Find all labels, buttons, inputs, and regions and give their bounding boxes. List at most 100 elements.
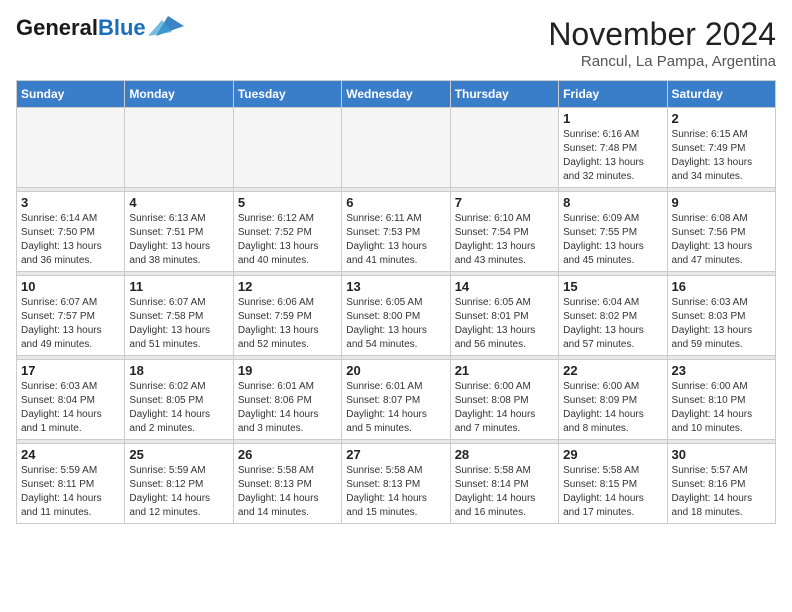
day-cell: 28Sunrise: 5:58 AM Sunset: 8:14 PM Dayli…: [450, 444, 558, 524]
day-info: Sunrise: 6:13 AM Sunset: 7:51 PM Dayligh…: [129, 212, 228, 268]
day-info: Sunrise: 6:00 AM Sunset: 8:09 PM Dayligh…: [563, 380, 662, 436]
day-cell: 27 Sunrise: 5:58 AM Sunset: 8:13 PM Dayli…: [342, 444, 450, 524]
day-info: Sunrise: 6:09 AM Sunset: 7:55 PM Dayligh…: [563, 212, 662, 268]
header: GeneralBlue November 2024 Rancul, La Pam…: [16, 16, 776, 70]
day-info: Sunrise: 6:03 AM Sunset: 8:03 PM Dayligh…: [672, 296, 771, 352]
day-number: 6: [346, 195, 445, 210]
day-number: 26: [238, 447, 337, 462]
month-title: November 2024: [548, 16, 776, 53]
week-row-4: 17Sunrise: 6:03 AM Sunset: 8:04 PM Dayli…: [17, 360, 776, 440]
day-header-sunday: Sunday: [17, 81, 125, 108]
day-cell: 1Sunrise: 6:16 AM Sunset: 7:48 PM Daylig…: [559, 108, 667, 188]
day-header-saturday: Saturday: [667, 81, 775, 108]
calendar: SundayMondayTuesdayWednesdayThursdayFrid…: [16, 80, 776, 524]
day-cell: [233, 108, 341, 188]
day-number: 27: [346, 447, 445, 462]
day-info: Sunrise: 6:01 AM Sunset: 8:07 PM Dayligh…: [346, 380, 445, 436]
day-number: 15: [563, 279, 662, 294]
day-cell: 8 Sunrise: 6:09 AM Sunset: 7:55 PM Daylig…: [559, 192, 667, 272]
day-cell: 21 Sunrise: 6:00 AM Sunset: 8:08 PM Dayli…: [450, 360, 558, 440]
day-cell: [17, 108, 125, 188]
day-info: Sunrise: 6:02 AM Sunset: 8:05 PM Dayligh…: [129, 380, 228, 436]
day-info: Sunrise: 5:59 AM Sunset: 8:12 PM Dayligh…: [129, 464, 228, 520]
day-number: 24: [21, 447, 120, 462]
day-number: 4: [129, 195, 228, 210]
day-number: 18: [129, 363, 228, 378]
logo: GeneralBlue: [16, 16, 184, 40]
day-number: 9: [672, 195, 771, 210]
day-number: 2: [672, 111, 771, 126]
day-header-wednesday: Wednesday: [342, 81, 450, 108]
week-row-2: 3 Sunrise: 6:14 AM Sunset: 7:50 PM Daylig…: [17, 192, 776, 272]
day-cell: 4 Sunrise: 6:13 AM Sunset: 7:51 PM Daylig…: [125, 192, 233, 272]
day-cell: 24 Sunrise: 5:59 AM Sunset: 8:11 PM Dayli…: [17, 444, 125, 524]
day-number: 8: [563, 195, 662, 210]
week-row-3: 10Sunrise: 6:07 AM Sunset: 7:57 PM Dayli…: [17, 276, 776, 356]
day-info: Sunrise: 6:07 AM Sunset: 7:58 PM Dayligh…: [129, 296, 228, 352]
day-info: Sunrise: 6:00 AM Sunset: 8:08 PM Dayligh…: [455, 380, 554, 436]
logo-general: General: [16, 15, 98, 40]
day-cell: 13 Sunrise: 6:05 AM Sunset: 8:00 PM Dayli…: [342, 276, 450, 356]
day-info: Sunrise: 5:59 AM Sunset: 8:11 PM Dayligh…: [21, 464, 120, 520]
day-number: 5: [238, 195, 337, 210]
day-header-thursday: Thursday: [450, 81, 558, 108]
day-info: Sunrise: 6:00 AM Sunset: 8:10 PM Dayligh…: [672, 380, 771, 436]
day-number: 23: [672, 363, 771, 378]
day-info: Sunrise: 6:15 AM Sunset: 7:49 PM Dayligh…: [672, 128, 771, 184]
day-number: 22: [563, 363, 662, 378]
day-info: Sunrise: 6:10 AM Sunset: 7:54 PM Dayligh…: [455, 212, 554, 268]
day-number: 10: [21, 279, 120, 294]
day-number: 29: [563, 447, 662, 462]
day-info: Sunrise: 6:05 AM Sunset: 8:01 PM Dayligh…: [455, 296, 554, 352]
week-row-5: 24 Sunrise: 5:59 AM Sunset: 8:11 PM Dayli…: [17, 444, 776, 524]
day-info: Sunrise: 6:04 AM Sunset: 8:02 PM Dayligh…: [563, 296, 662, 352]
day-cell: 7 Sunrise: 6:10 AM Sunset: 7:54 PM Daylig…: [450, 192, 558, 272]
day-cell: 11 Sunrise: 6:07 AM Sunset: 7:58 PM Dayli…: [125, 276, 233, 356]
day-number: 20: [346, 363, 445, 378]
day-cell: 9 Sunrise: 6:08 AM Sunset: 7:56 PM Daylig…: [667, 192, 775, 272]
calendar-header-row: SundayMondayTuesdayWednesdayThursdayFrid…: [17, 81, 776, 108]
title-area: November 2024 Rancul, La Pampa, Argentin…: [548, 16, 776, 70]
day-cell: [125, 108, 233, 188]
day-cell: 19Sunrise: 6:01 AM Sunset: 8:06 PM Dayli…: [233, 360, 341, 440]
day-cell: 23 Sunrise: 6:00 AM Sunset: 8:10 PM Dayli…: [667, 360, 775, 440]
day-cell: [450, 108, 558, 188]
day-number: 13: [346, 279, 445, 294]
day-cell: 6Sunrise: 6:11 AM Sunset: 7:53 PM Daylig…: [342, 192, 450, 272]
day-cell: 10Sunrise: 6:07 AM Sunset: 7:57 PM Dayli…: [17, 276, 125, 356]
day-cell: 30Sunrise: 5:57 AM Sunset: 8:16 PM Dayli…: [667, 444, 775, 524]
day-info: Sunrise: 5:57 AM Sunset: 8:16 PM Dayligh…: [672, 464, 771, 520]
day-number: 17: [21, 363, 120, 378]
day-info: Sunrise: 6:06 AM Sunset: 7:59 PM Dayligh…: [238, 296, 337, 352]
day-cell: 18 Sunrise: 6:02 AM Sunset: 8:05 PM Dayli…: [125, 360, 233, 440]
day-header-monday: Monday: [125, 81, 233, 108]
day-info: Sunrise: 6:14 AM Sunset: 7:50 PM Dayligh…: [21, 212, 120, 268]
day-cell: 25Sunrise: 5:59 AM Sunset: 8:12 PM Dayli…: [125, 444, 233, 524]
day-number: 12: [238, 279, 337, 294]
day-cell: 15 Sunrise: 6:04 AM Sunset: 8:02 PM Dayli…: [559, 276, 667, 356]
day-number: 14: [455, 279, 554, 294]
day-cell: 3 Sunrise: 6:14 AM Sunset: 7:50 PM Daylig…: [17, 192, 125, 272]
day-info: Sunrise: 6:08 AM Sunset: 7:56 PM Dayligh…: [672, 212, 771, 268]
location-title: Rancul, La Pampa, Argentina: [548, 53, 776, 70]
day-number: 16: [672, 279, 771, 294]
day-number: 3: [21, 195, 120, 210]
day-cell: 26 Sunrise: 5:58 AM Sunset: 8:13 PM Dayli…: [233, 444, 341, 524]
day-cell: 22 Sunrise: 6:00 AM Sunset: 8:09 PM Dayli…: [559, 360, 667, 440]
day-info: Sunrise: 5:58 AM Sunset: 8:13 PM Dayligh…: [346, 464, 445, 520]
day-number: 11: [129, 279, 228, 294]
day-number: 19: [238, 363, 337, 378]
day-info: Sunrise: 6:05 AM Sunset: 8:00 PM Dayligh…: [346, 296, 445, 352]
day-number: 21: [455, 363, 554, 378]
day-cell: [342, 108, 450, 188]
day-info: Sunrise: 5:58 AM Sunset: 8:14 PM Dayligh…: [455, 464, 554, 520]
day-info: Sunrise: 5:58 AM Sunset: 8:13 PM Dayligh…: [238, 464, 337, 520]
day-cell: 20 Sunrise: 6:01 AM Sunset: 8:07 PM Dayli…: [342, 360, 450, 440]
day-cell: 17Sunrise: 6:03 AM Sunset: 8:04 PM Dayli…: [17, 360, 125, 440]
day-cell: 14 Sunrise: 6:05 AM Sunset: 8:01 PM Dayli…: [450, 276, 558, 356]
day-cell: 12 Sunrise: 6:06 AM Sunset: 7:59 PM Dayli…: [233, 276, 341, 356]
day-cell: 16 Sunrise: 6:03 AM Sunset: 8:03 PM Dayli…: [667, 276, 775, 356]
day-info: Sunrise: 6:16 AM Sunset: 7:48 PM Dayligh…: [563, 128, 662, 184]
day-number: 7: [455, 195, 554, 210]
day-cell: 5Sunrise: 6:12 AM Sunset: 7:52 PM Daylig…: [233, 192, 341, 272]
